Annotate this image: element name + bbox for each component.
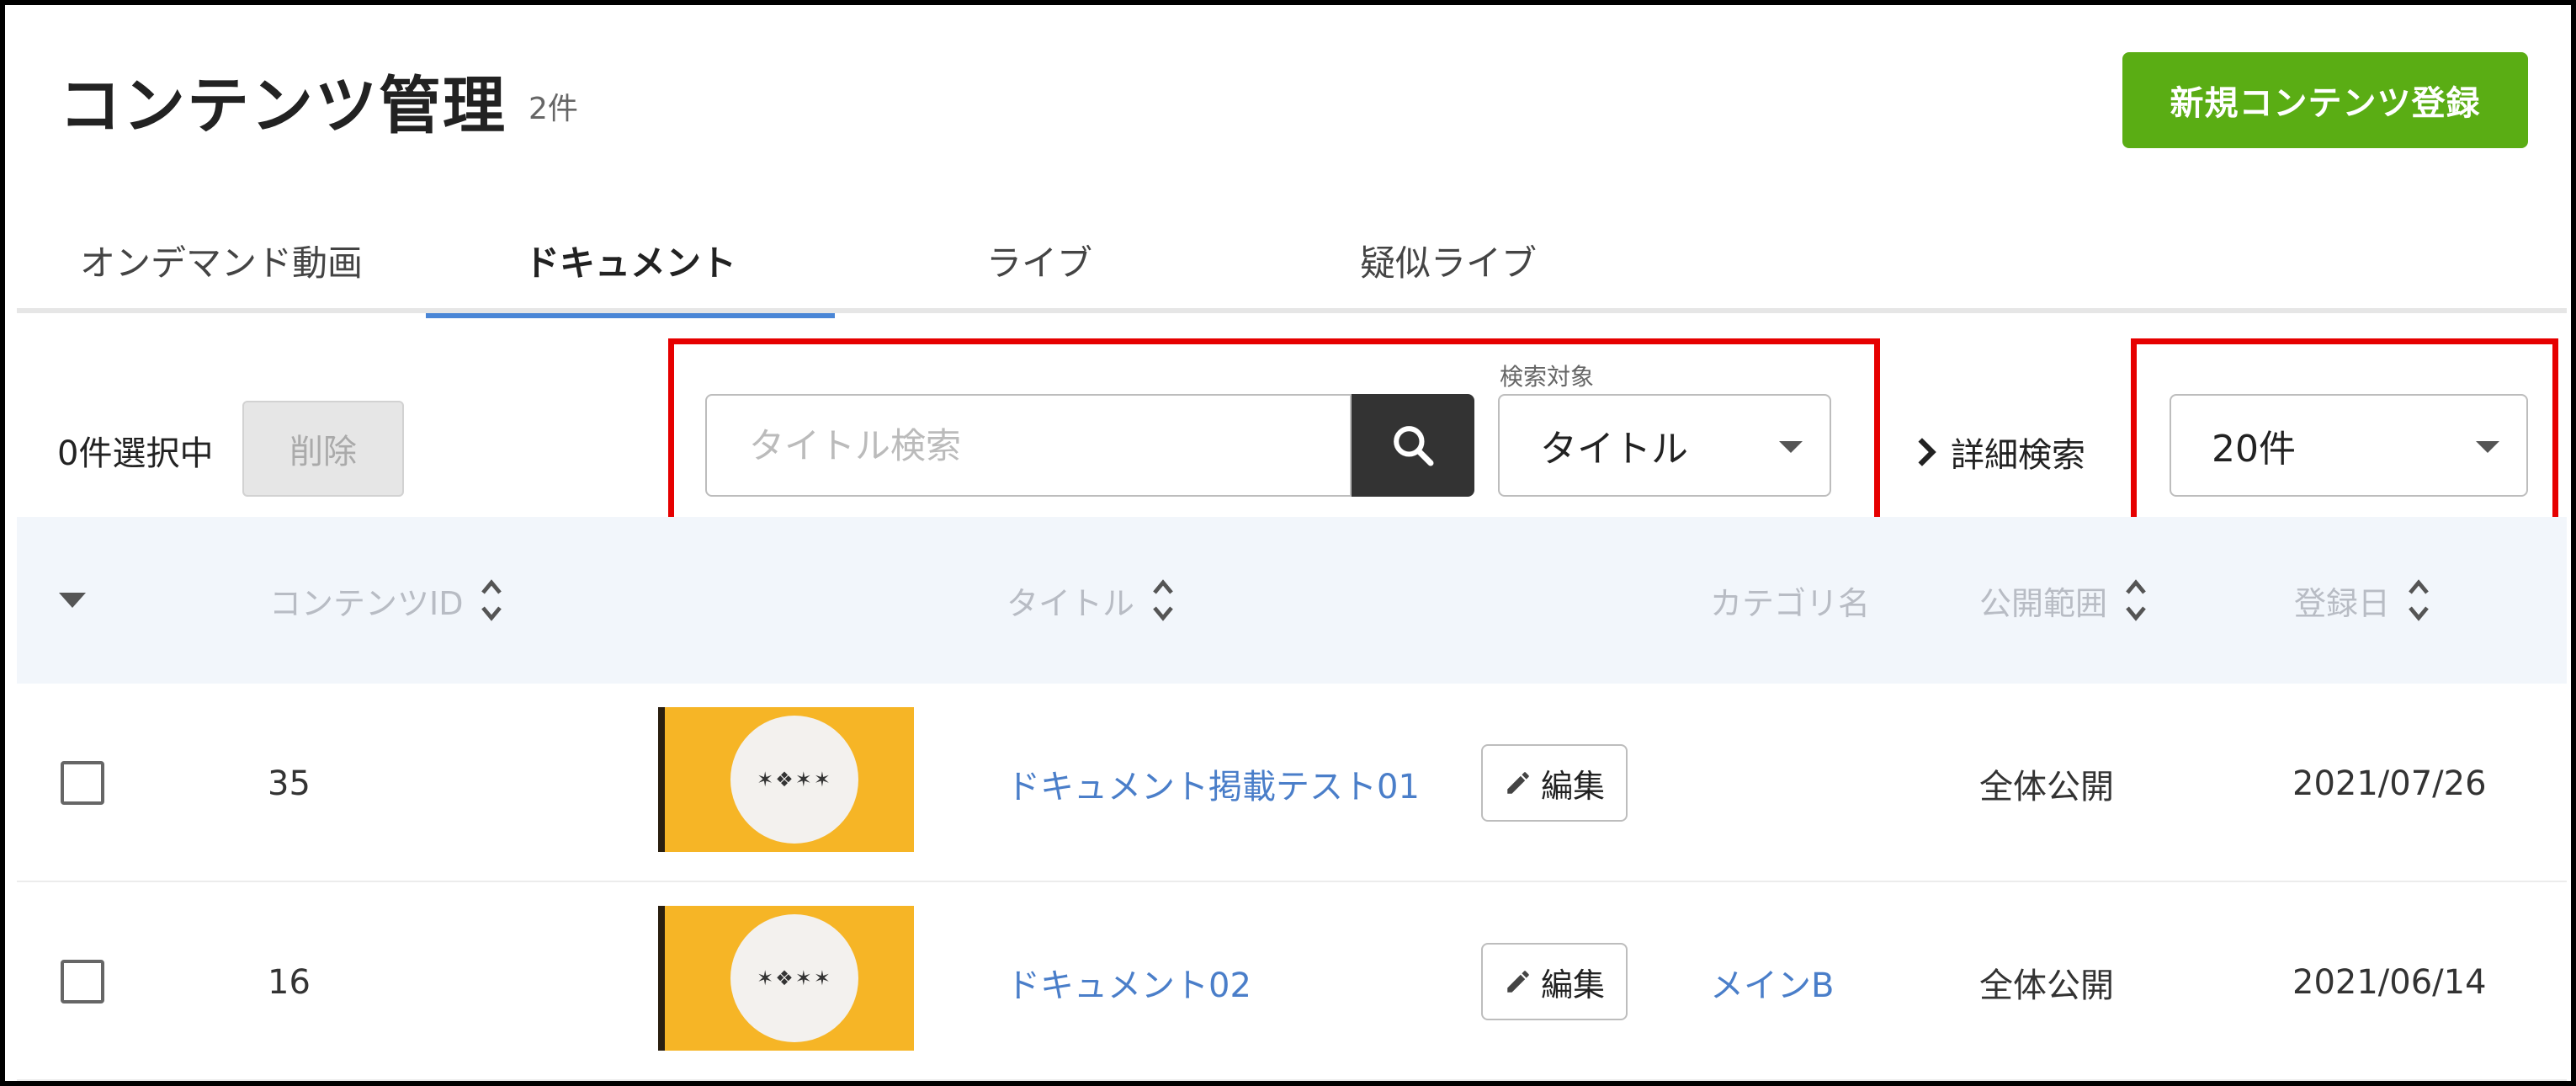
column-header-visibility[interactable]: 公開範囲 <box>1979 517 2148 684</box>
column-label: 公開範囲 <box>1979 584 2108 622</box>
content-title-link[interactable]: ドキュメント02 <box>1006 884 1251 1081</box>
advanced-search-link[interactable]: 詳細検索 <box>1915 428 2085 476</box>
search-highlight-box <box>668 338 1880 525</box>
delete-button[interactable]: 削除 <box>242 401 404 497</box>
table-row: 35 ✶❖✶✶ ドキュメント掲載テスト01 編集 全体公開 2021/07/26 <box>17 685 2567 882</box>
pencil-icon <box>1507 772 1529 794</box>
column-header-title[interactable]: タイトル <box>1006 517 1175 684</box>
row-checkbox[interactable] <box>61 761 104 805</box>
category-link[interactable]: メインB <box>1710 884 1834 1081</box>
tab-pseudo-live[interactable]: 疑似ライブ <box>1244 207 1653 313</box>
thumbnail-badge: ✶❖✶✶ <box>730 716 858 844</box>
edit-label: 編集 <box>1540 966 1605 1003</box>
column-header-registered-date[interactable]: 登録日 <box>2294 517 2430 684</box>
per-page-highlight-box <box>2131 338 2558 525</box>
sort-icon <box>2126 579 2146 621</box>
edit-button[interactable]: 編集 <box>1481 744 1628 822</box>
visibility: 全体公開 <box>1979 768 2114 807</box>
page-title: コンテンツ管理 <box>59 70 507 142</box>
column-header-content-id[interactable]: コンテンツID <box>269 517 503 684</box>
registered-date: 2021/07/26 <box>2292 764 2487 803</box>
content-id: 16 <box>268 963 311 1002</box>
registered-date: 2021/06/14 <box>2292 963 2487 1002</box>
new-content-button[interactable]: 新規コンテンツ登録 <box>2122 52 2528 148</box>
chevron-right-icon <box>1918 438 1936 466</box>
caret-down-icon <box>59 593 86 608</box>
sort-icon <box>481 579 502 621</box>
content-title-link[interactable]: ドキュメント掲載テスト01 <box>1006 685 1420 882</box>
sort-icon <box>2409 579 2429 621</box>
document-thumbnail[interactable]: ✶❖✶✶ <box>658 707 914 852</box>
document-thumbnail[interactable]: ✶❖✶✶ <box>658 906 914 1051</box>
table-row: 16 ✶❖✶✶ ドキュメント02 編集 メインB 全体公開 2021/06/14 <box>17 884 2567 1081</box>
edit-button[interactable]: 編集 <box>1481 943 1628 1020</box>
column-header-category: カテゴリ名 <box>1710 517 1870 684</box>
selected-count: 0件選択中 <box>57 434 214 473</box>
app-window: コンテンツ管理 2件 新規コンテンツ登録 オンデマンド動画 ドキュメント ライブ… <box>0 0 2576 1086</box>
tab-on-demand-video[interactable]: オンデマンド動画 <box>17 207 426 313</box>
tab-live[interactable]: ライブ <box>835 207 1244 313</box>
content-count: 2件 <box>528 92 578 126</box>
thumbnail-badge: ✶❖✶✶ <box>730 914 858 1042</box>
column-label: カテゴリ名 <box>1710 584 1871 622</box>
column-label: 登録日 <box>2294 584 2391 622</box>
content-id: 35 <box>268 764 311 803</box>
pencil-icon <box>1507 971 1529 993</box>
visibility: 全体公開 <box>1979 966 2114 1005</box>
table-header: コンテンツID タイトル カテゴリ名 公開範囲 登録日 <box>17 517 2567 684</box>
advanced-search-label: 詳細検索 <box>1951 436 2085 475</box>
column-label: コンテンツID <box>269 584 464 622</box>
tab-document[interactable]: ドキュメント <box>426 207 835 318</box>
column-label: タイトル <box>1006 584 1135 622</box>
sort-icon <box>1153 579 1173 621</box>
content-type-tabs: オンデマンド動画 ドキュメント ライブ 疑似ライブ <box>17 207 2567 318</box>
select-all-dropdown[interactable] <box>59 517 86 684</box>
edit-label: 編集 <box>1540 767 1605 805</box>
row-checkbox[interactable] <box>61 960 104 1003</box>
